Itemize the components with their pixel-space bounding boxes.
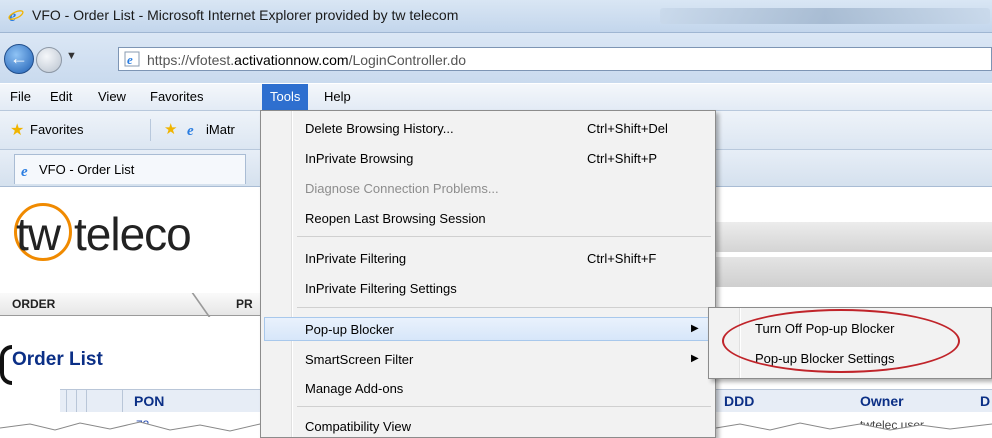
- menu-help[interactable]: Help: [316, 84, 359, 110]
- menu-file[interactable]: File: [2, 84, 39, 110]
- column-header-owner[interactable]: Owner: [860, 393, 904, 409]
- page-icon: e: [124, 51, 140, 67]
- menu-item-inprivate-filtering[interactable]: InPrivate Filtering Ctrl+Shift+F: [261, 246, 715, 270]
- menu-item-reopen-last-session[interactable]: Reopen Last Browsing Session: [261, 206, 715, 230]
- submenu-arrow-icon: ▶: [691, 323, 699, 334]
- menu-separator: [297, 236, 711, 237]
- menu-view[interactable]: View: [90, 84, 134, 110]
- column-header-extra[interactable]: D: [980, 393, 990, 409]
- menu-item-inprivate-filtering-settings[interactable]: InPrivate Filtering Settings: [261, 276, 715, 300]
- menu-item-shortcut: Ctrl+Shift+F: [587, 251, 657, 266]
- back-button[interactable]: ←: [4, 44, 34, 74]
- menu-item-label: Delete Browsing History...: [305, 121, 454, 136]
- tab-ie-icon: e: [21, 164, 28, 178]
- page-title: Order List: [12, 349, 103, 370]
- menu-item-popup-blocker[interactable]: Pop-up Blocker ▶: [264, 317, 712, 341]
- forward-button[interactable]: [36, 47, 62, 73]
- window-title-bar: e VFO - Order List - Microsoft Internet …: [0, 0, 992, 33]
- menu-item-delete-browsing-history[interactable]: Delete Browsing History... Ctrl+Shift+De…: [261, 116, 715, 140]
- menu-item-manage-addons[interactable]: Manage Add-ons: [261, 376, 715, 400]
- grid-column-divider: [86, 390, 87, 412]
- grid-column-divider: [76, 390, 77, 412]
- tw-telecom-logo: tw teleco: [14, 202, 192, 267]
- menu-item-inprivate-browsing[interactable]: InPrivate Browsing Ctrl+Shift+P: [261, 146, 715, 170]
- navigation-bar: ← ▼ e https://vfotest.activationnow.com/…: [0, 33, 992, 83]
- add-favorite-icon[interactable]: ★: [164, 120, 177, 138]
- menu-item-label: Diagnose Connection Problems...: [305, 181, 499, 196]
- menu-item-label: Pop-up Blocker: [305, 322, 394, 337]
- menu-bar: File Edit View Favorites Tools Help: [0, 84, 992, 111]
- menu-item-compatibility-view[interactable]: Compatibility View: [261, 414, 715, 438]
- browser-tab[interactable]: e VFO - Order List: [14, 154, 246, 184]
- menu-edit[interactable]: Edit: [42, 84, 80, 110]
- menu-item-label: Compatibility View: [305, 419, 411, 434]
- menu-item-smartscreen-filter[interactable]: SmartScreen Filter ▶: [261, 347, 715, 371]
- menu-favorites[interactable]: Favorites: [142, 84, 211, 110]
- menu-tools[interactable]: Tools: [262, 84, 309, 110]
- menu-item-label: InPrivate Filtering Settings: [305, 281, 457, 296]
- svg-text:e: e: [21, 164, 28, 178]
- svg-text:e: e: [187, 123, 194, 137]
- annotation-highlight-ellipse: [722, 309, 960, 373]
- menu-item-label: SmartScreen Filter: [305, 352, 414, 367]
- menu-item-shortcut: Ctrl+Shift+Del: [587, 121, 668, 136]
- nav-tab-strip: ORDER PR: [0, 293, 262, 317]
- ie-link-icon: e: [187, 123, 194, 137]
- grid-column-divider: [66, 390, 67, 412]
- nav-tab-second[interactable]: PR: [236, 297, 253, 311]
- svg-text:e: e: [127, 52, 133, 67]
- tab-label: VFO - Order List: [39, 162, 135, 177]
- grid-column-divider: [122, 390, 123, 412]
- tools-menu: Delete Browsing History... Ctrl+Shift+De…: [260, 110, 716, 438]
- recent-pages-dropdown-icon[interactable]: ▼: [66, 50, 77, 62]
- grid-header-left: PON: [60, 389, 260, 412]
- favorites-link[interactable]: iMatr: [206, 122, 235, 137]
- window-title-blurred-area: [660, 8, 990, 24]
- ie-logo-icon: e: [8, 8, 24, 23]
- address-bar[interactable]: e https://vfotest.activationnow.com/Logi…: [118, 47, 992, 71]
- tab-divider: [191, 293, 211, 317]
- window-title: VFO - Order List - Microsoft Internet Ex…: [32, 7, 459, 23]
- menu-separator: [297, 406, 711, 407]
- nav-tab-order[interactable]: ORDER: [12, 297, 55, 311]
- column-header-ddd[interactable]: DDD: [724, 393, 754, 409]
- submenu-arrow-icon: ▶: [691, 353, 699, 364]
- menu-separator: [297, 307, 711, 308]
- overlay-outline-mark: [0, 345, 12, 385]
- favorites-star-icon: ★: [10, 122, 25, 139]
- menu-item-label: InPrivate Browsing: [305, 151, 414, 166]
- menu-item-label: Manage Add-ons: [305, 381, 404, 396]
- menu-item-label: Reopen Last Browsing Session: [305, 211, 486, 226]
- column-header-pon[interactable]: PON: [134, 393, 164, 409]
- grid-header-right: DDD Owner D: [716, 389, 992, 412]
- address-url: https://vfotest.activationnow.com/LoginC…: [147, 52, 467, 68]
- menu-item-label: InPrivate Filtering: [305, 251, 407, 266]
- favorites-divider: [150, 119, 151, 141]
- favorites-button[interactable]: Favorites: [30, 122, 83, 137]
- menu-item-diagnose-connection: Diagnose Connection Problems...: [261, 176, 715, 200]
- menu-item-shortcut: Ctrl+Shift+P: [587, 151, 658, 166]
